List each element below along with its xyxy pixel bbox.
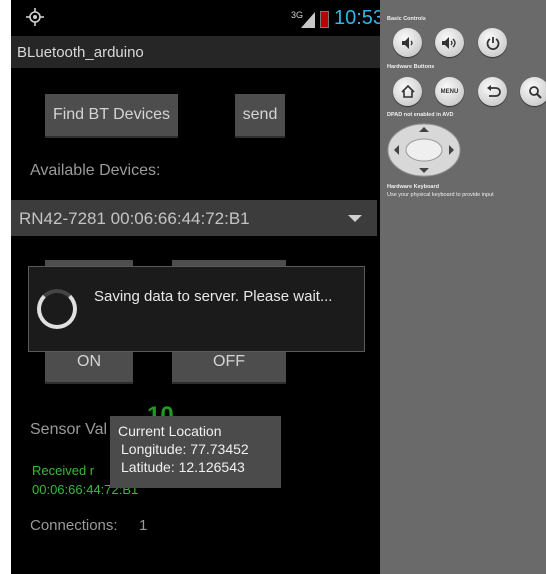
status-bar: 3G 10:53 <box>11 0 380 34</box>
send-button[interactable]: send <box>235 94 285 138</box>
back-icon <box>486 84 501 97</box>
sensor-value-label: Sensor Val <box>30 421 108 438</box>
progress-message: Saving data to server. Please wait... <box>94 288 333 305</box>
signal-icon <box>301 12 315 28</box>
home-icon <box>400 84 415 98</box>
clock: 10:53 <box>334 7 380 29</box>
connections-count: 1 <box>139 517 148 534</box>
emulator-screen: 3G 10:53 BLuetooth_arduino Find BT Devic… <box>11 0 380 574</box>
tooltip-longitude: Longitude: 77.73452 <box>121 441 249 457</box>
volume-up-button[interactable] <box>435 28 464 57</box>
find-bt-devices-button[interactable]: Find BT Devices <box>45 94 178 138</box>
search-icon <box>528 85 542 99</box>
connections-label: Connections: <box>30 517 118 534</box>
tooltip-latitude: Latitude: 12.126543 <box>121 459 245 475</box>
app-title: BLuetooth_arduino <box>17 44 144 61</box>
search-button[interactable] <box>520 77 546 106</box>
battery-icon <box>320 11 329 28</box>
tooltip-title: Current Location <box>118 423 222 439</box>
available-devices-label: Available Devices: <box>30 162 161 179</box>
dropdown-arrow-icon <box>348 215 362 222</box>
app-title-bar: BLuetooth_arduino <box>11 36 380 68</box>
menu-button-label: MENU <box>440 88 459 95</box>
location-tooltip: Current Location Longitude: 77.73452 Lat… <box>110 416 281 488</box>
gps-icon <box>26 8 44 26</box>
volume-down-icon <box>401 36 413 49</box>
home-button[interactable] <box>393 77 422 106</box>
hardware-keyboard-heading: Hardware Keyboard <box>387 184 439 190</box>
window-edge <box>0 0 11 574</box>
power-icon <box>486 36 499 50</box>
basic-controls-heading: Basic Controls <box>387 16 426 22</box>
volume-down-button[interactable] <box>393 28 422 57</box>
device-spinner[interactable]: RN42-7281 00:06:66:44:72:B1 <box>11 200 377 236</box>
menu-button[interactable]: MENU <box>435 77 464 106</box>
progress-spinner-icon <box>37 289 77 329</box>
power-button[interactable] <box>478 28 507 57</box>
selected-device: RN42-7281 00:06:66:44:72:B1 <box>19 209 250 228</box>
back-button[interactable] <box>478 77 507 106</box>
progress-dialog: Saving data to server. Please wait... <box>28 266 365 352</box>
volume-up-icon <box>441 36 456 49</box>
received-label: Received r <box>32 463 95 478</box>
dpad-control[interactable] <box>386 122 462 178</box>
dpad-heading: DPAD not enabled in AVD <box>387 112 454 118</box>
hardware-keyboard-hint: Use your physical keyboard to provide in… <box>387 192 494 198</box>
emulator-controls-panel: Basic Controls Hardware Buttons MENU DPA… <box>380 0 546 574</box>
hardware-buttons-heading: Hardware Buttons <box>387 64 435 70</box>
